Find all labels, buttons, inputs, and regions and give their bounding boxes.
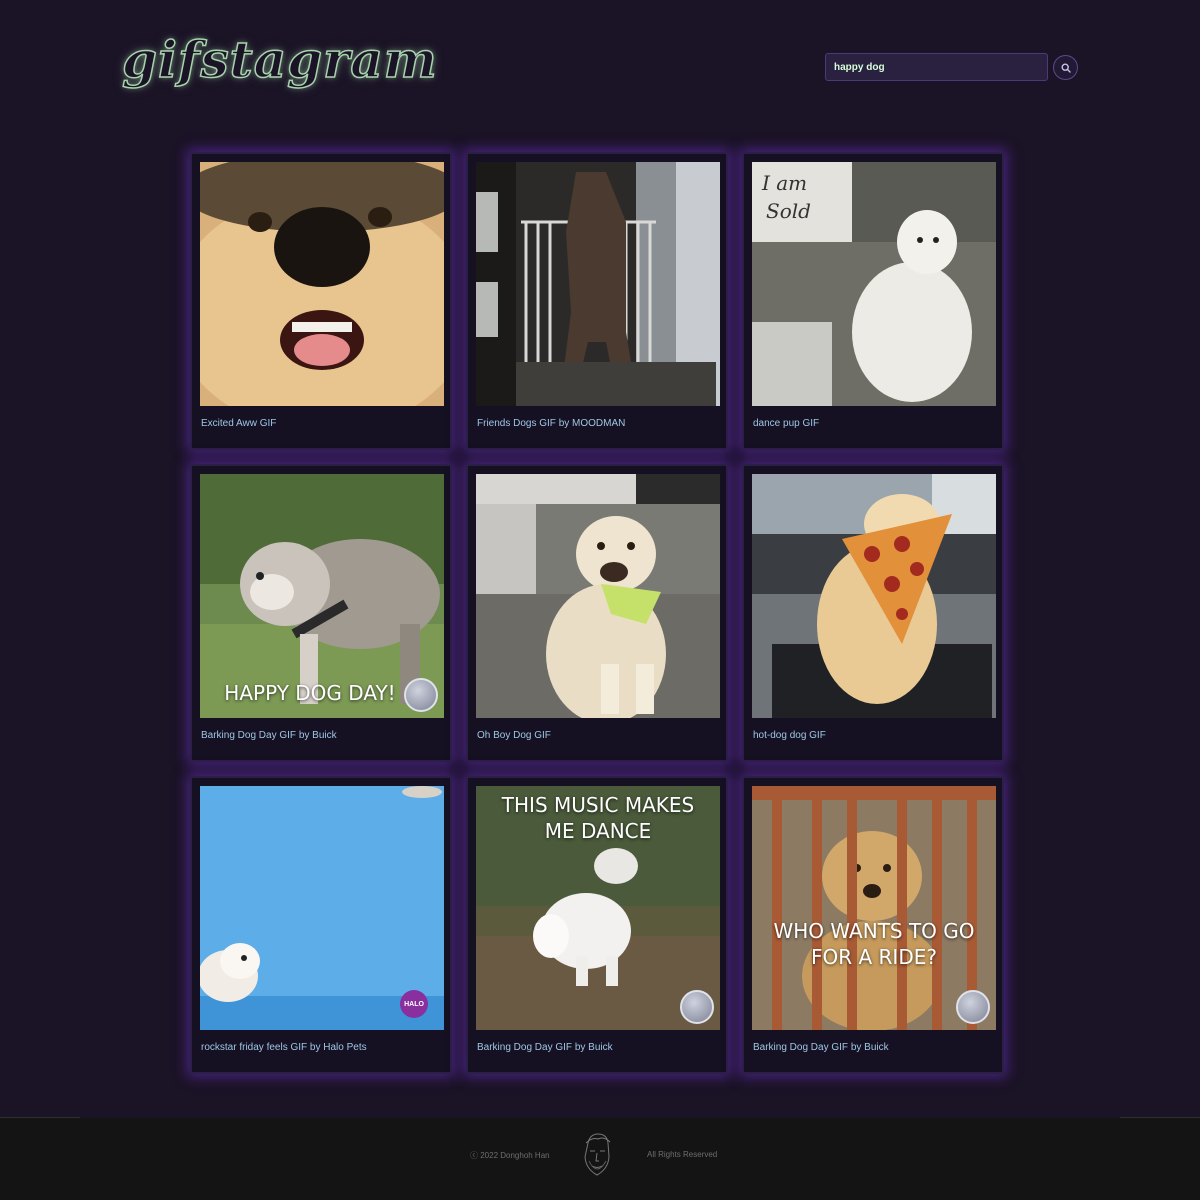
footer: ⓒ 2022 Donghoh Han All Rights Reserved [0, 1117, 1200, 1200]
gif-card[interactable]: hot-dog dog GIF [742, 464, 1004, 762]
footer-divider [0, 1117, 80, 1118]
gif-image-friends-dogs[interactable] [476, 162, 720, 406]
gif-image-happy-dog-day[interactable]: HAPPY DOG DAY! [200, 474, 444, 718]
halo-pets-logo-icon: HALO [400, 990, 428, 1018]
gif-card[interactable]: WHO WANTS TO GO FOR A RIDE? Barking Dog … [742, 776, 1004, 1074]
search-icon [1060, 62, 1071, 73]
search-button[interactable] [1053, 55, 1078, 80]
author-face-icon [584, 1133, 611, 1176]
gif-card[interactable]: Friends Dogs GIF by MOODMAN [466, 152, 728, 450]
buick-logo-icon [680, 990, 714, 1024]
gif-caption[interactable]: Barking Dog Day GIF by Buick [753, 1042, 889, 1053]
svg-text:Sold: Sold [766, 199, 811, 223]
gif-caption[interactable]: Excited Aww GIF [201, 418, 276, 429]
gif-card[interactable]: THIS MUSIC MAKES ME DANCE Barking Dog Da… [466, 776, 728, 1074]
gif-caption[interactable]: Friends Dogs GIF by MOODMAN [477, 418, 625, 429]
buick-logo-icon [956, 990, 990, 1024]
footer-divider [1120, 1117, 1200, 1118]
gif-card[interactable]: Excited Aww GIF [190, 152, 452, 450]
gif-card[interactable]: HALO rockstar friday feels GIF by Halo P… [190, 776, 452, 1074]
gif-image-dance-pup[interactable]: I am Sold [752, 162, 996, 406]
header: gifstagram [0, 0, 1200, 140]
gif-card[interactable]: I am Sold dance pup GIF [742, 152, 1004, 450]
buick-logo-icon [404, 678, 438, 712]
gif-overlay-text: THIS MUSIC MAKES ME DANCE [501, 793, 695, 843]
gif-overlay-text: WHO WANTS TO GO FOR A RIDE? [773, 919, 975, 969]
gif-image-excited-dog[interactable] [200, 162, 444, 406]
gif-image-go-for-ride[interactable]: WHO WANTS TO GO FOR A RIDE? [752, 786, 996, 1030]
gif-image-music-dance[interactable]: THIS MUSIC MAKES ME DANCE [476, 786, 720, 1030]
search-input[interactable] [825, 53, 1048, 81]
rights-text: All Rights Reserved [647, 1150, 718, 1159]
gif-image-hot-dog[interactable] [752, 474, 996, 718]
svg-text:I am: I am [761, 171, 807, 195]
site-logo[interactable]: gifstagram [121, 29, 438, 90]
gif-caption[interactable]: Barking Dog Day GIF by Buick [201, 730, 337, 741]
gif-caption[interactable]: Barking Dog Day GIF by Buick [477, 1042, 613, 1053]
gif-caption[interactable]: rockstar friday feels GIF by Halo Pets [201, 1042, 367, 1053]
gif-image-oh-boy-dog[interactable] [476, 474, 720, 718]
copyright-text: ⓒ 2022 Donghoh Han [470, 1151, 550, 1160]
gif-caption[interactable]: Oh Boy Dog GIF [477, 730, 551, 741]
gif-caption[interactable]: hot-dog dog GIF [753, 730, 826, 741]
gif-grid: Excited Aww GIF Friends Dogs GIF by MOOD… [190, 152, 1004, 1074]
gif-caption[interactable]: dance pup GIF [753, 418, 819, 429]
gif-card[interactable]: Oh Boy Dog GIF [466, 464, 728, 762]
gif-image-rockstar-friday[interactable]: HALO [200, 786, 444, 1030]
gif-overlay-text: HAPPY DOG DAY! [224, 681, 396, 705]
gif-card[interactable]: HAPPY DOG DAY! Barking Dog Day GIF by Bu… [190, 464, 452, 762]
